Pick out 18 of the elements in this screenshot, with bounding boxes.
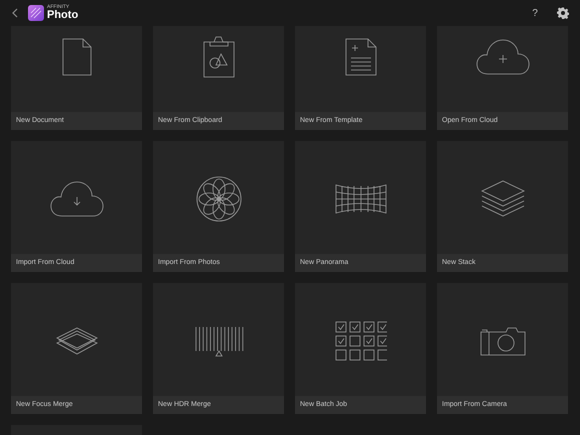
exposure-lines-icon	[194, 324, 244, 356]
checkbox-grid-icon	[334, 320, 386, 360]
cloud-upload-icon	[476, 38, 530, 74]
cloud-download-icon	[50, 180, 104, 216]
layers-icon	[480, 180, 524, 218]
settings-icon	[557, 7, 569, 19]
clipboard-icon	[202, 36, 234, 78]
back-chevron-icon	[12, 8, 18, 18]
panorama-grid-icon	[334, 184, 386, 214]
camera-icon	[480, 326, 526, 356]
settings-button[interactable]	[556, 6, 570, 20]
layers-icon	[54, 326, 98, 356]
app-logo-icon	[28, 5, 44, 21]
app-name: Photo	[47, 10, 78, 21]
template-icon	[344, 38, 376, 76]
flower-icon	[196, 176, 242, 222]
help-button[interactable]: ?	[528, 6, 542, 20]
document-icon	[62, 38, 92, 76]
